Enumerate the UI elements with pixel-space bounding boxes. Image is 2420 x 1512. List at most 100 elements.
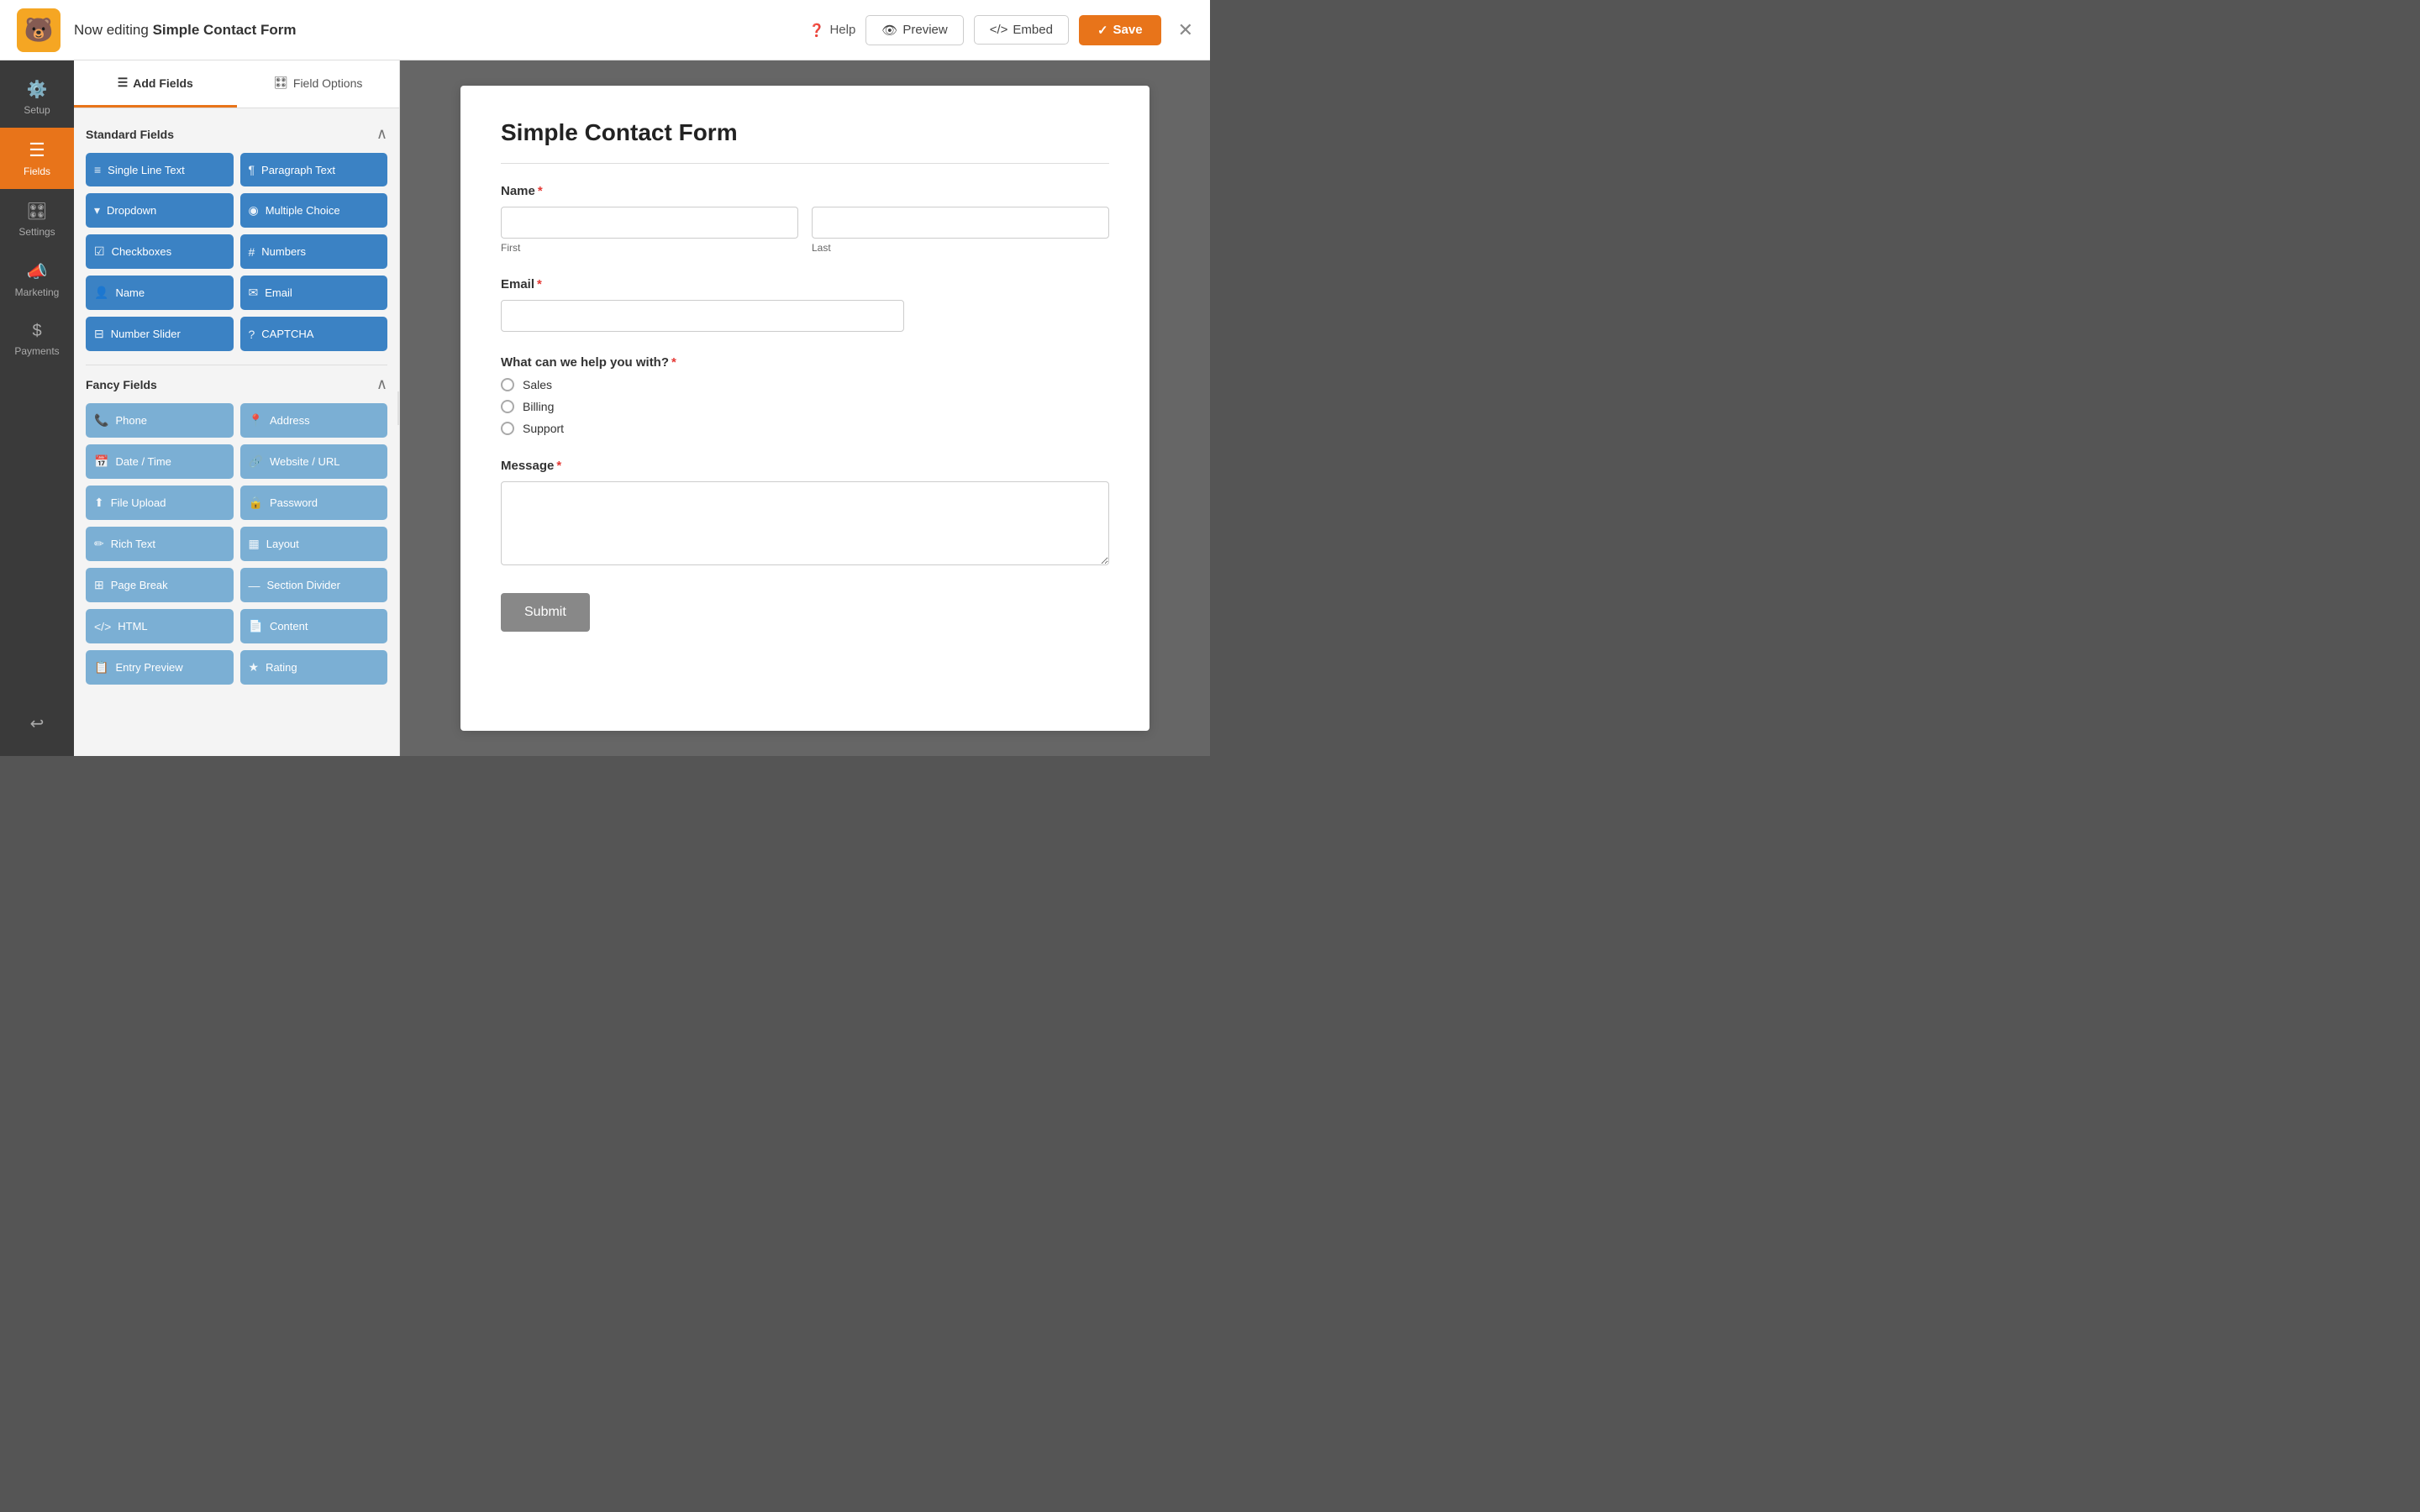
field-website-url[interactable]: 🔗 Website / URL bbox=[240, 444, 388, 479]
field-checkboxes[interactable]: ☑ Checkboxes bbox=[86, 234, 234, 269]
tab-add-fields[interactable]: ☰ Add Fields bbox=[74, 60, 237, 108]
field-multiple-choice[interactable]: ◉ Multiple Choice bbox=[240, 193, 388, 228]
email-label: Email* bbox=[501, 277, 1109, 291]
upload-icon: ⬆ bbox=[94, 496, 104, 510]
sidebar-item-setup-label: Setup bbox=[24, 104, 50, 116]
field-options-icon: 🎛 bbox=[273, 76, 288, 90]
field-paragraph-text[interactable]: ¶ Paragraph Text bbox=[240, 153, 388, 186]
field-section-divider[interactable]: — Section Divider bbox=[240, 568, 388, 602]
field-rich-text[interactable]: ✏ Rich Text bbox=[86, 527, 234, 561]
form-title: Simple Contact Form bbox=[501, 119, 1109, 146]
dropdown-icon: ▾ bbox=[94, 203, 100, 218]
sidebar-item-history[interactable]: ↩ bbox=[0, 701, 74, 746]
field-date-time[interactable]: 📅 Date / Time bbox=[86, 444, 234, 479]
address-icon: 📍 bbox=[249, 413, 263, 428]
email-required-star: * bbox=[537, 277, 542, 291]
radio-option-sales[interactable]: Sales bbox=[501, 378, 1109, 391]
field-dropdown[interactable]: ▾ Dropdown bbox=[86, 193, 234, 228]
settings-icon: 🎛 bbox=[26, 201, 47, 222]
email-icon: ✉ bbox=[249, 286, 259, 300]
html-icon: </> bbox=[94, 620, 111, 633]
message-textarea[interactable] bbox=[501, 481, 1109, 565]
form-card: Simple Contact Form Name* First Last bbox=[460, 86, 1150, 731]
field-page-break[interactable]: ⊞ Page Break bbox=[86, 568, 234, 602]
field-layout[interactable]: ▦ Layout bbox=[240, 527, 388, 561]
help-button[interactable]: ❓ Help bbox=[809, 23, 856, 38]
standard-fields-title: Standard Fields bbox=[86, 128, 174, 141]
sidebar-item-setup[interactable]: ⚙️ Setup bbox=[0, 67, 74, 128]
embed-button[interactable]: </> Embed bbox=[974, 15, 1069, 45]
field-password[interactable]: 🔒 Password bbox=[240, 486, 388, 520]
standard-fields-grid: ≡ Single Line Text ¶ Paragraph Text ▾ Dr… bbox=[86, 153, 387, 351]
preview-area: Simple Contact Form Name* First Last bbox=[400, 60, 1210, 756]
panel-tabs: ☰ Add Fields 🎛 Field Options bbox=[74, 60, 399, 108]
radio-option-support[interactable]: Support bbox=[501, 422, 1109, 435]
radio-circle-billing bbox=[501, 400, 514, 413]
submit-button[interactable]: Submit bbox=[501, 593, 590, 632]
field-email[interactable]: ✉ Email bbox=[240, 276, 388, 310]
close-button[interactable]: ✕ bbox=[1178, 19, 1193, 41]
name-last-col: Last bbox=[812, 207, 1109, 254]
datetime-icon: 📅 bbox=[94, 454, 108, 469]
message-label: Message* bbox=[501, 459, 1109, 473]
name-first-col: First bbox=[501, 207, 798, 254]
field-entry-preview[interactable]: 📋 Entry Preview bbox=[86, 650, 234, 685]
sidebar-item-settings[interactable]: 🎛 Settings bbox=[0, 189, 74, 249]
nav-bottom: ↩ bbox=[0, 701, 74, 756]
field-html[interactable]: </> HTML bbox=[86, 609, 234, 643]
layout-icon: ▦ bbox=[249, 537, 260, 551]
panel-collapse-handle[interactable]: ‹ bbox=[397, 391, 400, 425]
form-field-name: Name* First Last bbox=[501, 184, 1109, 254]
field-numbers[interactable]: # Numbers bbox=[240, 234, 388, 269]
field-name[interactable]: 👤 Name bbox=[86, 276, 234, 310]
radio-required-star: * bbox=[671, 355, 676, 370]
password-icon: 🔒 bbox=[249, 496, 263, 510]
field-content[interactable]: 📄 Content bbox=[240, 609, 388, 643]
name-required-star: * bbox=[538, 184, 543, 198]
radio-option-billing[interactable]: Billing bbox=[501, 400, 1109, 413]
radio-circle-support bbox=[501, 422, 514, 435]
standard-fields-toggle[interactable]: ∧ bbox=[376, 125, 387, 143]
sidebar-item-fields[interactable]: ☰ Fields bbox=[0, 128, 74, 189]
name-first-input[interactable] bbox=[501, 207, 798, 239]
topbar-actions: ❓ Help 👁 Preview </> Embed ✓ Save ✕ bbox=[809, 15, 1193, 45]
field-address[interactable]: 📍 Address bbox=[240, 403, 388, 438]
sidebar-item-marketing-label: Marketing bbox=[15, 286, 60, 298]
save-button[interactable]: ✓ Save bbox=[1079, 15, 1161, 45]
name-row: First Last bbox=[501, 207, 1109, 254]
field-single-line-text[interactable]: ≡ Single Line Text bbox=[86, 153, 234, 186]
name-label: Name* bbox=[501, 184, 1109, 198]
sidebar-item-marketing[interactable]: 📣 Marketing bbox=[0, 249, 74, 310]
name-icon: 👤 bbox=[94, 286, 108, 300]
fancy-fields-toggle[interactable]: ∧ bbox=[376, 375, 387, 393]
preview-button[interactable]: 👁 Preview bbox=[865, 15, 963, 45]
field-phone[interactable]: 📞 Phone bbox=[86, 403, 234, 438]
phone-icon: 📞 bbox=[94, 413, 108, 428]
form-field-email: Email* bbox=[501, 277, 1109, 332]
fancy-fields-header: Fancy Fields ∧ bbox=[86, 375, 387, 393]
field-number-slider[interactable]: ⊟ Number Slider bbox=[86, 317, 234, 351]
editing-label: Now editing Simple Contact Form bbox=[74, 22, 796, 39]
checkboxes-icon: ☑ bbox=[94, 244, 105, 259]
add-fields-icon: ☰ bbox=[118, 76, 129, 90]
sidebar-item-payments[interactable]: $ Payments bbox=[0, 310, 74, 369]
form-field-message: Message* bbox=[501, 459, 1109, 570]
form-divider bbox=[501, 163, 1109, 164]
email-input[interactable] bbox=[501, 300, 904, 332]
help-icon: ❓ bbox=[809, 23, 825, 38]
sidebar-item-settings-label: Settings bbox=[18, 226, 55, 238]
single-line-icon: ≡ bbox=[94, 163, 101, 176]
name-last-label: Last bbox=[812, 242, 1109, 254]
embed-icon: </> bbox=[990, 23, 1008, 37]
main-content: ⚙️ Setup ☰ Fields 🎛 Settings 📣 Marketing… bbox=[0, 60, 1210, 756]
name-last-input[interactable] bbox=[812, 207, 1109, 239]
field-captcha[interactable]: ? CAPTCHA bbox=[240, 317, 388, 351]
history-icon: ↩ bbox=[30, 713, 45, 734]
standard-fields-header: Standard Fields ∧ bbox=[86, 125, 387, 143]
tab-field-options[interactable]: 🎛 Field Options bbox=[237, 60, 400, 108]
name-first-label: First bbox=[501, 242, 798, 254]
field-rating[interactable]: ★ Rating bbox=[240, 650, 388, 685]
field-file-upload[interactable]: ⬆ File Upload bbox=[86, 486, 234, 520]
multiple-choice-icon: ◉ bbox=[249, 203, 259, 218]
radio-label: What can we help you with?* bbox=[501, 355, 1109, 370]
